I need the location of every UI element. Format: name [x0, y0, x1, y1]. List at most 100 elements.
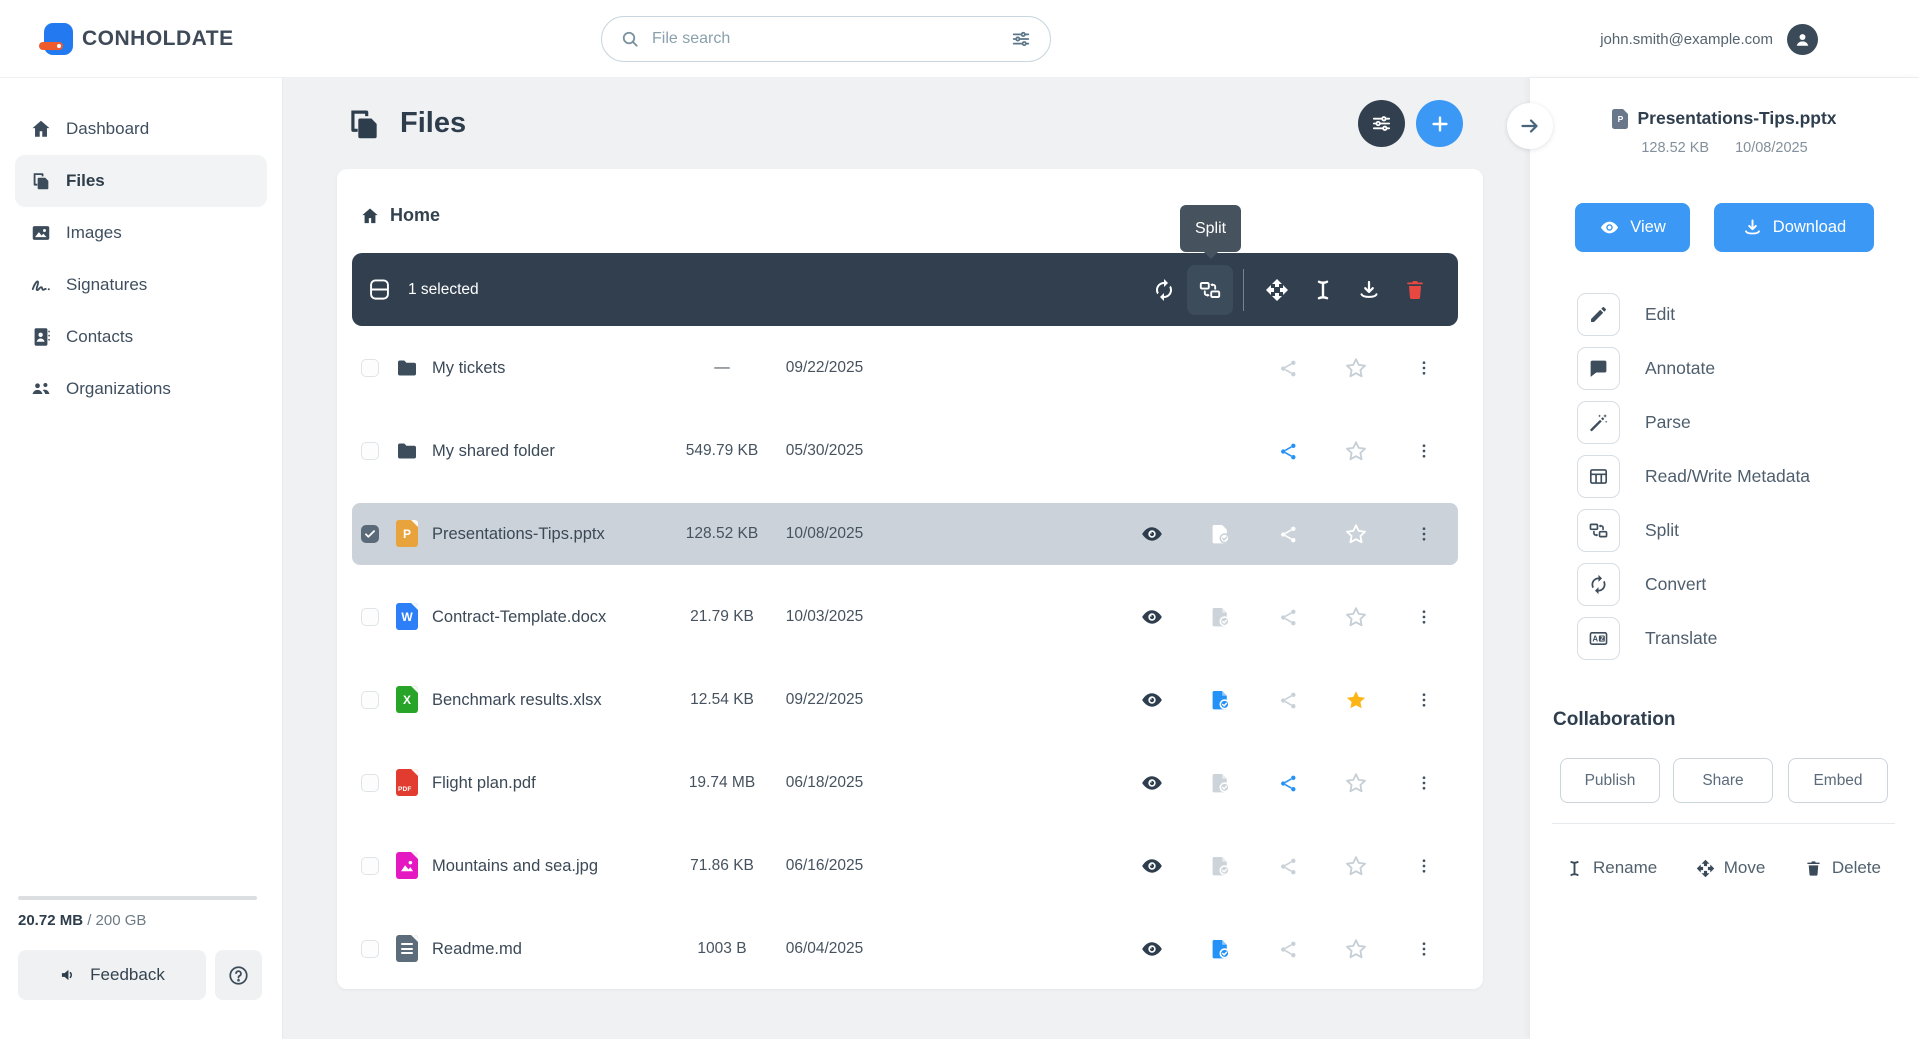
user-avatar-icon[interactable]	[1787, 24, 1818, 55]
preview-eye-icon[interactable]	[1118, 503, 1186, 565]
sidebar-item-signatures[interactable]: Signatures	[15, 259, 267, 311]
move-selected-button[interactable]	[1254, 265, 1300, 315]
row-menu-icon[interactable]	[1390, 586, 1458, 648]
file-row[interactable]: PPresentations-Tips.pptx128.52 KB10/08/2…	[352, 503, 1458, 565]
share-icon[interactable]	[1254, 669, 1322, 731]
preview-eye-icon[interactable]	[1118, 835, 1186, 897]
delete-button[interactable]: Delete	[1804, 858, 1881, 878]
table-icon[interactable]	[1577, 455, 1620, 498]
preview-eye-icon[interactable]	[1118, 918, 1186, 980]
download-button[interactable]: Download	[1714, 203, 1874, 252]
row-menu-icon[interactable]	[1390, 337, 1458, 399]
processed-doc-icon[interactable]	[1186, 586, 1254, 648]
list-settings-button[interactable]	[1358, 100, 1405, 147]
sidebar-item-images[interactable]: Images	[15, 207, 267, 259]
processed-doc-icon[interactable]	[1186, 669, 1254, 731]
sidebar-item-dashboard[interactable]: Dashboard	[15, 103, 267, 155]
row-checkbox[interactable]	[361, 940, 379, 958]
share-button[interactable]: Share	[1673, 758, 1773, 803]
row-menu-icon[interactable]	[1390, 752, 1458, 814]
row-menu-icon[interactable]	[1390, 420, 1458, 482]
processed-doc-icon[interactable]	[1186, 503, 1254, 565]
detail-action-split[interactable]: Split	[1552, 509, 1810, 552]
star-icon[interactable]	[1322, 503, 1390, 565]
row-checkbox[interactable]	[361, 857, 379, 875]
preview-eye-icon[interactable]	[1118, 586, 1186, 648]
row-checkbox[interactable]	[361, 774, 379, 792]
share-icon[interactable]	[1254, 503, 1322, 565]
row-checkbox[interactable]	[361, 359, 379, 377]
star-icon[interactable]	[1322, 918, 1390, 980]
select-all-checkbox[interactable]	[368, 278, 391, 301]
processed-doc-icon[interactable]	[1186, 918, 1254, 980]
share-icon[interactable]	[1254, 337, 1322, 399]
star-icon[interactable]	[1322, 586, 1390, 648]
rename-selected-button[interactable]	[1300, 265, 1346, 315]
share-icon[interactable]	[1254, 586, 1322, 648]
feedback-button[interactable]: Feedback	[18, 950, 206, 1000]
refresh-icon[interactable]	[1577, 563, 1620, 606]
comment-icon[interactable]	[1577, 347, 1620, 390]
row-menu-icon[interactable]	[1390, 669, 1458, 731]
embed-button[interactable]: Embed	[1788, 758, 1888, 803]
preview-eye-icon[interactable]	[1118, 669, 1186, 731]
preview-eye-icon[interactable]	[1118, 752, 1186, 814]
detail-action-parse[interactable]: Parse	[1552, 401, 1810, 444]
pencil-icon[interactable]	[1577, 293, 1620, 336]
detail-file-size: 128.52 KB	[1641, 140, 1709, 156]
row-checkbox[interactable]	[361, 691, 379, 709]
wand-icon[interactable]	[1577, 401, 1620, 444]
split-icon[interactable]	[1577, 509, 1620, 552]
detail-action-read-write-metadata[interactable]: Read/Write Metadata	[1552, 455, 1810, 498]
publish-button[interactable]: Publish	[1560, 758, 1660, 803]
sidebar-item-files[interactable]: Files	[15, 155, 267, 207]
share-icon[interactable]	[1254, 420, 1322, 482]
split-selected-button[interactable]	[1187, 265, 1233, 315]
star-icon[interactable]	[1322, 835, 1390, 897]
row-menu-icon[interactable]	[1390, 835, 1458, 897]
sidebar-item-contacts[interactable]: Contacts	[15, 311, 267, 363]
search-filter-icon[interactable]	[1010, 28, 1032, 50]
detail-action-translate[interactable]: AZTranslate	[1552, 617, 1810, 660]
delete-selected-button[interactable]	[1392, 265, 1438, 315]
ibeam-icon	[1565, 859, 1584, 878]
row-checkbox[interactable]	[361, 525, 379, 543]
share-icon[interactable]	[1254, 918, 1322, 980]
view-button[interactable]: View	[1575, 203, 1690, 252]
convert-selected-button[interactable]	[1141, 265, 1187, 315]
processed-doc-icon[interactable]	[1186, 752, 1254, 814]
file-row[interactable]: WContract-Template.docx21.79 KB10/03/202…	[352, 586, 1458, 648]
star-icon[interactable]	[1322, 337, 1390, 399]
star-icon[interactable]	[1322, 669, 1390, 731]
user-menu[interactable]: john.smith@example.com	[1600, 0, 1818, 78]
file-row[interactable]: My shared folder549.79 KB05/30/2025	[352, 420, 1458, 482]
star-icon[interactable]	[1322, 752, 1390, 814]
brand-logo[interactable]: CONHOLDATE	[44, 23, 234, 55]
file-date: 10/08/2025	[777, 525, 872, 543]
breadcrumb-home[interactable]: Home	[360, 205, 440, 226]
file-row[interactable]: PDFFlight plan.pdf19.74 MB06/18/2025	[352, 752, 1458, 814]
file-row[interactable]: Readme.md1003 B06/04/2025	[352, 918, 1458, 980]
detail-action-convert[interactable]: Convert	[1552, 563, 1810, 606]
search-input[interactable]	[652, 30, 998, 48]
translate-icon[interactable]: AZ	[1577, 617, 1620, 660]
help-button[interactable]	[215, 950, 262, 1000]
file-row[interactable]: Mountains and sea.jpg71.86 KB06/16/2025	[352, 835, 1458, 897]
row-checkbox[interactable]	[361, 608, 379, 626]
download-selected-button[interactable]	[1346, 265, 1392, 315]
processed-doc-icon[interactable]	[1186, 835, 1254, 897]
row-menu-icon[interactable]	[1390, 503, 1458, 565]
move-button[interactable]: Move	[1696, 858, 1766, 878]
file-row[interactable]: XBenchmark results.xlsx12.54 KB09/22/202…	[352, 669, 1458, 731]
row-menu-icon[interactable]	[1390, 918, 1458, 980]
sidebar-item-organizations[interactable]: Organizations	[15, 363, 267, 415]
row-checkbox[interactable]	[361, 442, 379, 460]
share-icon[interactable]	[1254, 752, 1322, 814]
detail-action-annotate[interactable]: Annotate	[1552, 347, 1810, 390]
file-row[interactable]: My tickets—09/22/2025	[352, 337, 1458, 399]
add-file-button[interactable]	[1416, 100, 1463, 147]
share-icon[interactable]	[1254, 835, 1322, 897]
star-icon[interactable]	[1322, 420, 1390, 482]
detail-action-edit[interactable]: Edit	[1552, 293, 1810, 336]
rename-button[interactable]: Rename	[1565, 858, 1657, 878]
